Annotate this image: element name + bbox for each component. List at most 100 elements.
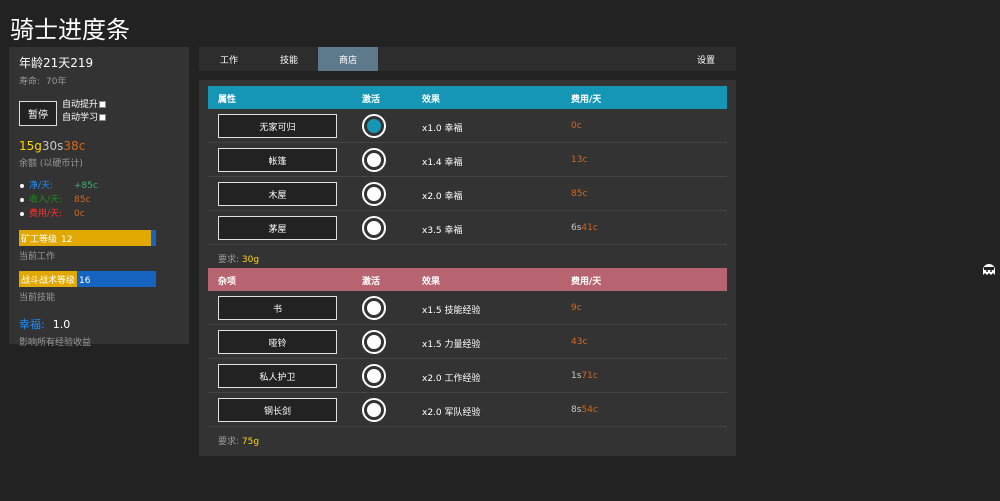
item-button[interactable]: 书 [218,296,337,320]
col-property: 属性 [218,95,237,105]
item-effect: x1.4 幸福 [422,158,463,168]
col-cost: 费用/天 [571,277,602,287]
status-panel: 年龄21天219 寿命: 70年 暂停 自动提升 自动学习 15g30s38c 余… [9,47,189,348]
shop-item-row: 茅屋 x3.5 幸福 6s41c [208,211,727,245]
shop-panel: 属性 激活 效果 费用/天 无家可归 x1.0 幸福 0c 帐篷 x1.4 幸福 13c 木… [199,80,736,456]
activate-radio[interactable] [362,148,386,172]
auto-options: 自动提升 自动学习 [62,99,107,125]
cost-copper: 43c [571,337,588,347]
shop-item-row: 书 x1.5 技能经验 9c [208,291,727,325]
item-effect: x3.5 幸福 [422,226,463,236]
activate-radio[interactable] [362,182,386,206]
coin-balance: 15g30s38c [19,139,179,153]
net-value: +85c [74,181,98,191]
radio-dot [367,403,381,417]
shop-item-row: 无家可归 x1.0 幸福 0c [208,109,727,143]
item-cost: 43c [571,337,587,347]
tab-settings[interactable]: 设置 [676,47,736,71]
item-cost: 9c [571,303,582,313]
auto-promote-checkbox[interactable] [99,101,107,108]
col-active: 激活 [362,95,381,105]
item-button[interactable]: 私人护卫 [218,364,337,388]
item-effect: x2.0 幸福 [422,192,463,202]
happiness-value: 1.0 [52,318,71,331]
tab-jobs[interactable]: 工作 [199,47,259,71]
lifespan-value: 70年 [46,77,67,87]
happiness: 幸福: 1.0 [19,316,179,332]
activate-radio[interactable] [362,364,386,388]
job-label: 矿工等级 [21,235,58,245]
item-button[interactable]: 钢长剑 [218,398,337,422]
coin-gold: 15g [19,139,42,153]
misc-section: 杂项 激活 效果 费用/天 书 x1.5 技能经验 9c 哑铃 x1.5 力量经验 43c… [208,268,727,427]
skill-progress-bar: 战斗战术等级 16 [19,271,156,287]
shop-item-row: 木屋 x2.0 幸福 85c [208,177,727,211]
auto-learn-checkbox[interactable] [99,114,107,121]
cost-copper: 41c [581,223,598,233]
radio-dot [367,153,381,167]
activate-radio[interactable] [362,330,386,354]
cost-silver: 6s [571,223,582,233]
activate-radio[interactable] [362,114,386,138]
activate-radio[interactable] [362,398,386,422]
requirement-label: 要求: [218,437,240,447]
expense-label: 费用/天: [29,209,63,219]
cost-copper: 9c [571,303,582,313]
cost-copper: 0c [571,121,582,131]
activate-radio[interactable] [362,216,386,240]
cost-silver: 1s [571,371,582,381]
col-effect: 效果 [422,95,441,105]
lifespan-label: 寿命: [19,77,41,87]
item-button[interactable]: 木屋 [218,182,337,206]
item-button[interactable]: 帐篷 [218,148,337,172]
item-cost: 13c [571,155,587,165]
expense-value: 0c [74,209,85,219]
misc-header: 杂项 激活 效果 费用/天 [208,268,727,291]
job-level: 12 [61,235,73,245]
tab-skills[interactable]: 技能 [259,47,319,71]
radio-dot [367,301,381,315]
skill-label: 战斗战术等级 [21,276,76,286]
requirement-value: 75g [241,437,260,447]
tab-shop[interactable]: 商店 [318,47,378,71]
item-effect: x2.0 军队经验 [422,408,481,418]
radio-dot [367,187,381,201]
happiness-sub-label: 影响所有经验收益 [19,338,92,348]
radio-dot [367,221,381,235]
activate-radio[interactable] [362,296,386,320]
shop-item-row: 钢长剑 x2.0 军队经验 8s54c [208,393,727,427]
item-effect: x2.0 工作经验 [422,374,481,384]
coin-copper: 38c [63,139,86,153]
properties-section: 属性 激活 效果 费用/天 无家可归 x1.0 幸福 0c 帐篷 x1.4 幸福 13c 木… [208,86,727,245]
job-progress-bar: 矿工等级 12 [19,230,156,246]
skill-level: 16 [79,276,91,286]
income-value: 85c [74,195,91,205]
cost-copper: 54c [581,405,598,415]
item-button[interactable]: 茅屋 [218,216,337,240]
item-button[interactable]: 哑铃 [218,330,337,354]
radio-dot [367,119,381,133]
auto-promote-label: 自动提升 [62,100,99,110]
pause-button[interactable]: 暂停 [19,101,57,126]
cost-silver: 8s [571,405,582,415]
cost-copper: 85c [571,189,588,199]
shop-item-row: 哑铃 x1.5 力量经验 43c [208,325,727,359]
item-cost: 8s54c [571,405,598,415]
mascot-icon[interactable] [982,263,996,279]
item-button[interactable]: 无家可归 [218,114,337,138]
col-misc: 杂项 [218,277,237,287]
controls: 暂停 自动提升 自动学习 [19,99,179,127]
shop-item-row: 私人护卫 x2.0 工作经验 1s71c [208,359,727,393]
item-effect: x1.5 力量经验 [422,340,481,350]
age-label: 年龄21天219 [19,56,94,70]
happiness-label: 幸福: [19,318,45,331]
radio-dot [367,335,381,349]
col-cost: 费用/天 [571,95,602,105]
item-effect: x1.5 技能经验 [422,306,481,316]
requirement-label: 要求: [218,255,240,265]
coin-balance-label: 余额 (以硬币计) [19,159,83,169]
item-cost: 85c [571,189,587,199]
income-label: 收入/天: [29,195,63,205]
daily-stats: 净/天: +85c 收入/天: 85c 费用/天: 0c [19,179,179,221]
item-cost: 0c [571,121,582,131]
